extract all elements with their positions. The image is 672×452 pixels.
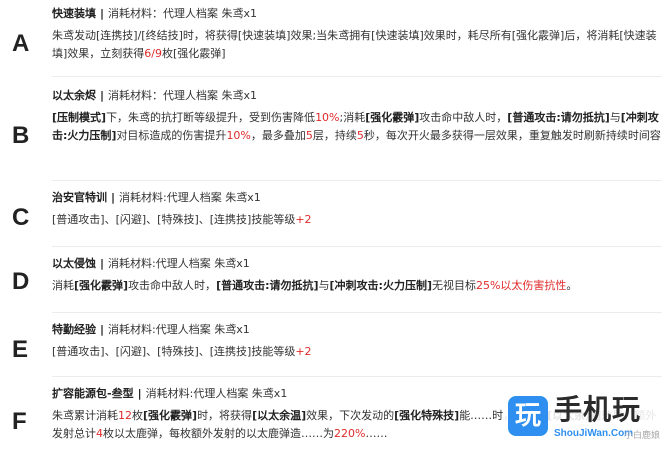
- highlight-value: 5: [305, 129, 313, 142]
- entry-divider: [52, 180, 662, 181]
- keyword-text: [强化霰弹]: [74, 279, 129, 292]
- entry-divider: [52, 246, 662, 247]
- entry-material: 消耗材料：代理人档案 朱鸢x1: [108, 89, 258, 102]
- entry-header: 以太侵蚀 | 消耗材料:代理人档案 朱鸢x1: [52, 256, 662, 271]
- entry-description: 朱鸢发动[连携技]/[终结技]时，将获得[快速装填]效果;当朱鸢拥有[快速装填]…: [52, 27, 662, 63]
- description-text: 枚: [132, 409, 143, 422]
- entry-name: 治安官特训: [52, 191, 107, 204]
- entry-letter: C: [12, 204, 30, 231]
- description-text: [普通攻击]、[闪避]、[特殊技]、[连携技]技能等级: [52, 213, 296, 226]
- entry-name: 扩容能源包-叁型: [52, 387, 134, 400]
- entry-letter: B: [12, 122, 30, 149]
- entry-header: 特勤经验 | 消耗材料:代理人档案 朱鸢x1: [52, 322, 662, 337]
- description-text: 效果，下次发动的: [306, 409, 395, 422]
- entry-content: 以太侵蚀 | 消耗材料:代理人档案 朱鸢x1 消耗[强化霰弹]攻击命中敌人时，[普通攻…: [52, 256, 662, 295]
- description-text: 对目标造成的伤害提升: [116, 129, 227, 142]
- entry-content: 治安官特训 | 消耗材料:代理人档案 朱鸢x1 [普通攻击]、[闪避]、[特殊技]、[…: [52, 190, 662, 229]
- entry-description: [普通攻击]、[闪避]、[特殊技]、[连携技]技能等级+2: [52, 343, 662, 361]
- description-text: 朱鸢发动[连携技]/[终结技]时，将获得[快速装填]效果;当朱鸢拥有[快速装填]…: [52, 29, 657, 60]
- entry-material: 消耗材料:代理人档案 朱鸢x1: [108, 257, 250, 270]
- highlight-value: 10%: [315, 111, 340, 124]
- highlight-value: 4: [96, 427, 103, 440]
- description-text: 无视目标: [431, 279, 476, 292]
- highlight-value: 12: [118, 409, 132, 422]
- description-text: [普通攻击]、[闪避]、[特殊技]、[连携技]技能等级: [52, 345, 296, 358]
- watermark-logo-icon: 玩: [508, 396, 548, 436]
- entry-description: 消耗[强化霰弹]攻击命中敌人时，[普通攻击:请勿抵抗]与[冲刺攻击:火力压制]无…: [52, 277, 662, 295]
- entry-material: 消耗材料:代理人档案 朱鸢x1: [108, 323, 250, 336]
- entry-material: 消耗材料:代理人档案 朱鸢x1: [145, 387, 288, 400]
- description-text: 。: [566, 279, 578, 292]
- highlight-value: +2: [295, 213, 312, 226]
- header-separator: |: [137, 387, 142, 400]
- entry-name: 以太侵蚀: [52, 257, 96, 270]
- description-text: 攻击命中敌人时，: [419, 111, 508, 124]
- highlight-value: 25%以太伤害抗性: [475, 279, 567, 292]
- keyword-text: [强化霰弹]: [365, 111, 420, 124]
- entry-content: 以太余烬 | 消耗材料：代理人档案 朱鸢x1 [压制模式]下，朱鸢的抗打断等级提升，受…: [52, 88, 662, 145]
- watermark: 玩 手机玩 ShouJiWan.Com 小白鹿娘: [504, 388, 672, 448]
- entry-header: 治安官特训 | 消耗材料:代理人档案 朱鸢x1: [52, 190, 662, 205]
- highlight-value: +2: [295, 345, 312, 358]
- keyword-text: [以太余温]: [252, 409, 307, 422]
- entry-name: 快速装填: [52, 7, 96, 20]
- description-text: 秒，每次开火最多获得一层效果，重复触发时刷新持续时间容: [363, 129, 661, 142]
- entry-description: [压制模式]下，朱鸢的抗打断等级提升，受到伤害降低10%;消耗[强化霰弹]攻击命…: [52, 109, 662, 145]
- watermark-side-text: 小白鹿娘: [624, 431, 661, 441]
- description-text: 消耗: [52, 279, 74, 292]
- description-text: 下，朱鸢的抗打断等级提升，受到伤害降低: [106, 111, 316, 124]
- keyword-text: [压制模式]: [52, 111, 107, 124]
- header-separator: |: [100, 323, 105, 336]
- entry-content: 特勤经验 | 消耗材料:代理人档案 朱鸢x1 [普通攻击]、[闪避]、[特殊技]、[连…: [52, 322, 662, 361]
- description-text: 时，将获得: [197, 409, 253, 422]
- entry-letter: F: [12, 408, 27, 435]
- entry-letter: A: [12, 30, 30, 57]
- highlight-value: 220%: [334, 427, 366, 440]
- entry-header: 以太余烬 | 消耗材料：代理人档案 朱鸢x1: [52, 88, 662, 103]
- entry-material: 消耗材料：代理人档案 朱鸢x1: [108, 7, 258, 20]
- entry-divider: [52, 312, 662, 313]
- description-text: ……: [365, 427, 388, 440]
- highlight-value: 10%: [226, 129, 251, 142]
- entry-material: 消耗材料:代理人档案 朱鸢x1: [119, 191, 261, 204]
- header-separator: |: [100, 257, 105, 270]
- description-text: 攻击命中敌人时，: [128, 279, 217, 292]
- entry-content: 快速装填 | 消耗材料：代理人档案 朱鸢x1 朱鸢发动[连携技]/[终结技]时，将获得…: [52, 6, 662, 63]
- keyword-text: [冲刺攻击:火力压制]: [329, 279, 432, 292]
- watermark-title: 手机玩: [554, 393, 642, 426]
- entry-letter: E: [12, 336, 29, 363]
- highlight-value: 5: [356, 129, 364, 142]
- keyword-text: [强化特殊技]: [394, 409, 460, 422]
- description-text: 与: [609, 111, 621, 124]
- description-text: ;消耗: [339, 111, 366, 124]
- description-text: 枚以太鹿弹，每枚额外发射的以太鹿弹造……为: [103, 427, 334, 440]
- description-text: ，最多叠加: [250, 129, 306, 142]
- entry-letter: D: [12, 268, 30, 295]
- entry-divider: [52, 76, 662, 77]
- description-text: 与: [318, 279, 330, 292]
- entry-header: 快速装填 | 消耗材料：代理人档案 朱鸢x1: [52, 6, 662, 21]
- highlight-value: 6/9: [144, 47, 162, 60]
- entry-divider: [52, 376, 662, 377]
- header-separator: |: [111, 191, 116, 204]
- entry-description: [普通攻击]、[闪避]、[特殊技]、[连携技]技能等级+2: [52, 211, 662, 229]
- entry-name: 特勤经验: [52, 323, 96, 336]
- description-text: 层，持续: [312, 129, 357, 142]
- keyword-text: [普通攻击:请勿抵抗]: [507, 111, 610, 124]
- description-text: 朱鸢累计消耗: [52, 409, 118, 422]
- header-separator: |: [100, 89, 105, 102]
- description-text: 枚[强化霰弹]: [162, 47, 226, 60]
- watermark-url: ShouJiWan.Com: [554, 428, 634, 439]
- header-separator: |: [100, 7, 105, 20]
- keyword-text: [普通攻击:请勿抵抗]: [216, 279, 319, 292]
- keyword-text: [强化霰弹]: [143, 409, 198, 422]
- entry-name: 以太余烬: [52, 89, 96, 102]
